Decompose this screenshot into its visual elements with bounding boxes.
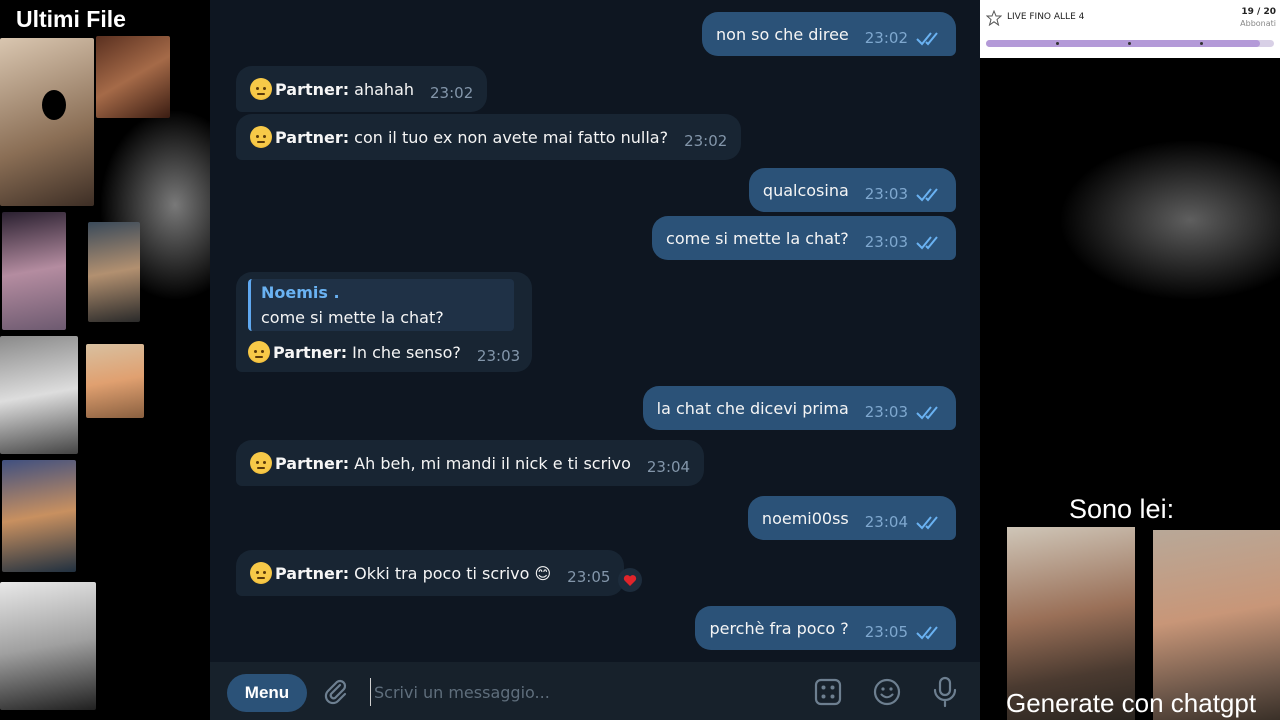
read-ticks-icon — [916, 188, 938, 202]
message-text: noemi00ss — [761, 508, 849, 528]
live-label: LIVE FINO ALLE 4 — [1007, 12, 1085, 22]
message-text: la chat che dicevi prima — [656, 398, 849, 418]
message-time: 23:03 — [476, 347, 521, 365]
thumbnail-image — [88, 222, 140, 322]
message-time: 23:03 — [864, 403, 908, 421]
overlay-title: Ultimi File — [16, 6, 126, 32]
message-text: come si mette la chat? — [666, 228, 849, 248]
message-time: 23:04 — [864, 513, 908, 531]
sender-emoji-icon — [250, 78, 272, 100]
outgoing-message[interactable]: qualcosina 23:03 — [748, 168, 956, 212]
message-text: ahahah — [354, 79, 415, 99]
thumbnail-image — [2, 212, 66, 330]
read-ticks-icon — [916, 626, 938, 640]
blurred-shape — [1060, 140, 1280, 300]
emoji-icon[interactable] — [872, 677, 902, 707]
incoming-message[interactable]: Partner: Okki tra poco ti scrivo 😊 23:05 — [236, 550, 625, 596]
message-text: In che senso? — [352, 342, 461, 362]
heart-icon — [623, 575, 637, 586]
right-overlay-panel: LIVE FINO ALLE 4 19 / 20 Abbonati Sono l… — [980, 0, 1280, 720]
read-ticks-icon — [916, 406, 938, 420]
thumbnail-image — [0, 336, 78, 454]
sender-emoji-icon — [250, 562, 272, 584]
sender-name: Partner: — [275, 563, 350, 583]
incoming-message[interactable]: Partner: con il tuo ex non avete mai fat… — [236, 114, 742, 160]
reply-text: come si mette la chat? — [261, 308, 444, 327]
message-text: Ah beh, mi mandi il nick e ti scrivo — [354, 453, 631, 473]
read-ticks-icon — [916, 516, 938, 530]
censor-mark — [42, 90, 66, 120]
footer-caption: Generate con chatgpt — [1006, 688, 1257, 718]
outgoing-message[interactable]: come si mette la chat? 23:03 — [652, 216, 956, 260]
reply-sender: Noemis . — [261, 283, 340, 302]
message-body: Partner: In che senso? 23:03 — [248, 339, 520, 365]
microphone-icon[interactable] — [932, 676, 958, 708]
incoming-message[interactable]: Partner: Ah beh, mi mandi il nick e ti s… — [236, 440, 705, 486]
thumbnail-image — [96, 36, 170, 118]
progress-marker — [1056, 42, 1059, 45]
message-time: 23:02 — [864, 29, 908, 47]
message-input[interactable] — [370, 678, 790, 706]
left-overlay-panel: Ultimi File — [0, 0, 210, 720]
thumbnail-image — [0, 582, 96, 710]
message-composer: Menu — [210, 662, 980, 720]
message-text: perchè fra poco ? — [709, 618, 849, 638]
star-badge-icon — [986, 10, 1002, 26]
message-text: Okki tra poco ti scrivo 😊 — [354, 563, 552, 583]
reaction-badge[interactable] — [618, 568, 642, 592]
menu-button[interactable]: Menu — [227, 674, 307, 712]
goal-count: 19 / 20 — [1241, 7, 1276, 17]
outgoing-message[interactable]: la chat che dicevi prima 23:03 — [642, 386, 956, 430]
caption: Sono lei: — [1069, 494, 1175, 524]
outgoing-message[interactable]: noemi00ss 23:04 — [747, 496, 956, 540]
message-text: qualcosina — [762, 180, 849, 200]
sender-emoji-icon — [248, 341, 270, 363]
thumbnail-image — [2, 460, 76, 572]
message-time: 23:05 — [567, 568, 611, 586]
sender-name: Partner: — [275, 127, 350, 147]
bot-commands-icon[interactable] — [814, 678, 842, 706]
goal-progress-bar — [986, 40, 1274, 47]
message-text: con il tuo ex non avete mai fatto nulla? — [354, 127, 669, 147]
sender-name: Partner: — [275, 453, 350, 473]
sender-emoji-icon — [250, 452, 272, 474]
message-time: 23:02 — [430, 84, 474, 102]
progress-marker — [1200, 42, 1203, 45]
message-time: 23:04 — [646, 458, 691, 476]
reply-quote[interactable]: Noemis . come si mette la chat? — [248, 279, 514, 331]
goal-subtitle: Abbonati — [1240, 19, 1276, 28]
thumbnail-image — [0, 38, 94, 206]
goal-progress-fill — [986, 40, 1260, 47]
progress-marker — [1128, 42, 1131, 45]
read-ticks-icon — [916, 32, 938, 46]
read-ticks-icon — [916, 236, 938, 250]
live-goal-widget: LIVE FINO ALLE 4 19 / 20 Abbonati — [980, 0, 1280, 58]
sender-name: Partner: — [275, 79, 350, 99]
message-time: 23:03 — [864, 185, 908, 203]
incoming-message[interactable]: Noemis . come si mette la chat? Partner:… — [236, 272, 533, 372]
chat-window: non so che diree 23:02 Partner: ahahah 2… — [210, 0, 980, 720]
message-time: 23:05 — [864, 623, 908, 641]
message-time: 23:02 — [684, 132, 728, 150]
outgoing-message[interactable]: non so che diree 23:02 — [702, 12, 956, 56]
sender-name: Partner: — [273, 342, 348, 362]
message-time: 23:03 — [864, 233, 908, 251]
sender-emoji-icon — [250, 126, 272, 148]
thumbnail-image — [86, 344, 144, 418]
attach-icon[interactable] — [322, 677, 350, 705]
incoming-message[interactable]: Partner: ahahah 23:02 — [236, 66, 488, 112]
message-text: non so che diree — [716, 24, 849, 44]
outgoing-message[interactable]: perchè fra poco ? 23:05 — [695, 606, 956, 650]
